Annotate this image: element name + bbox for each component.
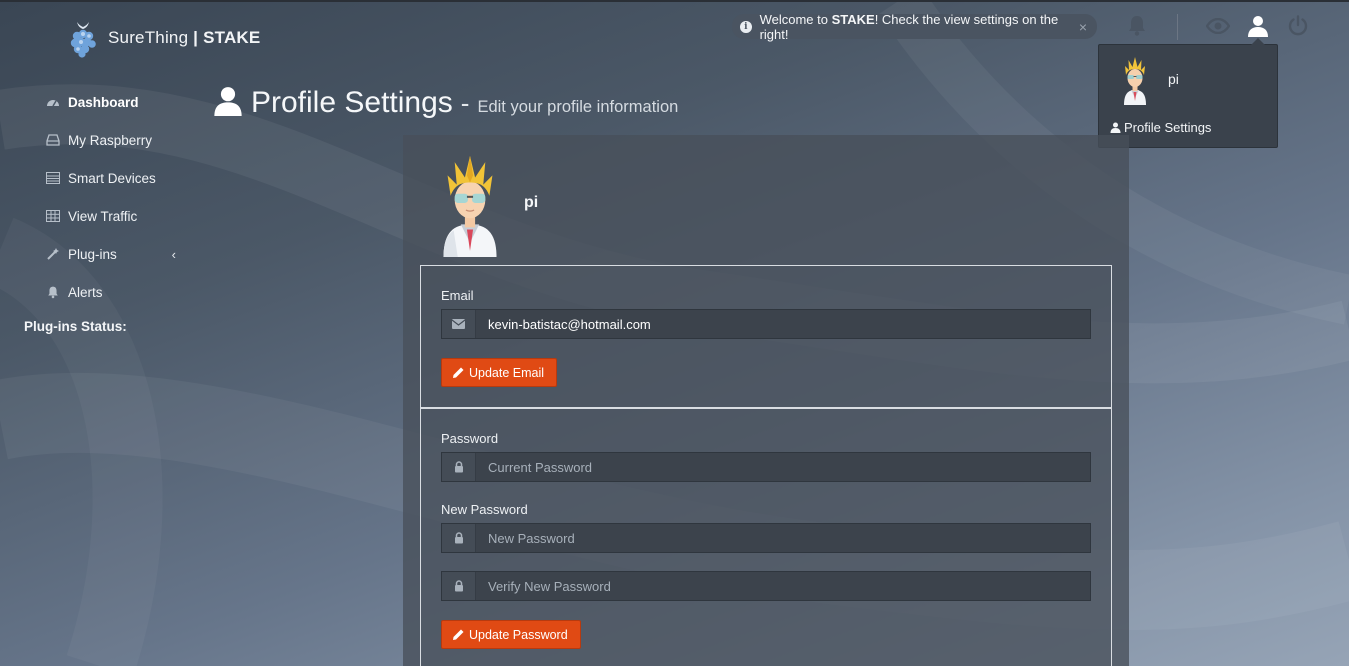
sidebar-item-dashboard[interactable]: Dashboard [46,92,176,112]
sidebar-item-alerts[interactable]: Alerts [46,282,176,302]
table-icon [46,209,60,223]
bell-icon[interactable] [1124,12,1150,40]
user-dropdown-menu: pi Profile Settings [1098,38,1278,148]
brand-name: SureThing [108,28,189,47]
update-email-button[interactable]: Update Email [441,358,558,387]
dropdown-username: pi [1168,71,1179,87]
title-separator: - [460,88,470,118]
top-border [0,0,1349,2]
list-icon [46,171,60,185]
pencil-icon [453,367,464,378]
dashboard-icon [46,95,60,109]
notification-message: Welcome to STAKE! Check the view setting… [759,11,1059,42]
topbar-divider [1177,14,1178,40]
new-password-field[interactable] [476,524,1090,552]
user-icon[interactable] [1245,12,1271,40]
sidebar-item-my-raspberry[interactable]: My Raspberry [46,130,176,150]
page-header: Profile Settings - Edit your profile inf… [213,82,678,120]
avatar [439,155,501,262]
lock-icon [442,453,476,481]
power-icon[interactable] [1285,12,1311,40]
pencil-icon [453,629,464,640]
plugins-status-heading: Plug-ins Status: [24,319,127,334]
brand-separator: | [193,28,199,47]
sidebar-item-smart-devices[interactable]: Smart Devices [46,168,176,188]
brand-product: STAKE [203,28,261,47]
email-section: Email Update Email [420,265,1112,408]
page-subtitle: Edit your profile information [477,98,679,116]
email-label: Email [441,288,474,303]
page-title: Profile Settings [251,86,453,119]
user-icon [1110,122,1121,133]
password-section: Password New Password Update Password [420,408,1112,666]
new-password-input-group [441,523,1091,553]
profile-settings-link[interactable]: Profile Settings [1110,120,1211,135]
profile-panel: pi Email Update Email Password New Passw… [403,135,1129,666]
verify-password-field[interactable] [476,572,1090,600]
current-password-input-group [441,452,1091,482]
welcome-notification: i Welcome to STAKE! Check the view setti… [732,11,1097,42]
lock-icon [442,524,476,552]
chevron-left-icon: ‹ [171,246,176,262]
raspberry-icon [70,22,96,58]
sidebar-item-view-traffic[interactable]: View Traffic [46,206,176,226]
eye-icon[interactable] [1205,12,1231,40]
hdd-icon [46,133,60,147]
envelope-icon [442,310,476,338]
brand-logo[interactable]: SureThing | STAKE [68,18,260,58]
user-icon [213,86,243,121]
current-password-field[interactable] [476,453,1090,481]
email-field[interactable] [476,310,1090,338]
password-label: Password [441,431,499,446]
bell-icon [46,285,60,299]
lock-icon [442,572,476,600]
avatar [1115,55,1155,110]
close-notification-button[interactable]: × [1079,19,1087,35]
magic-icon [46,247,60,261]
update-password-button[interactable]: Update Password [441,620,581,649]
new-password-label: New Password [441,502,528,517]
verify-password-input-group [441,571,1091,601]
email-input-group [441,309,1091,339]
profile-username: pi [524,194,539,211]
info-icon: i [740,20,752,33]
sidebar-item-plug-ins[interactable]: Plug-ins ‹ [46,244,176,264]
